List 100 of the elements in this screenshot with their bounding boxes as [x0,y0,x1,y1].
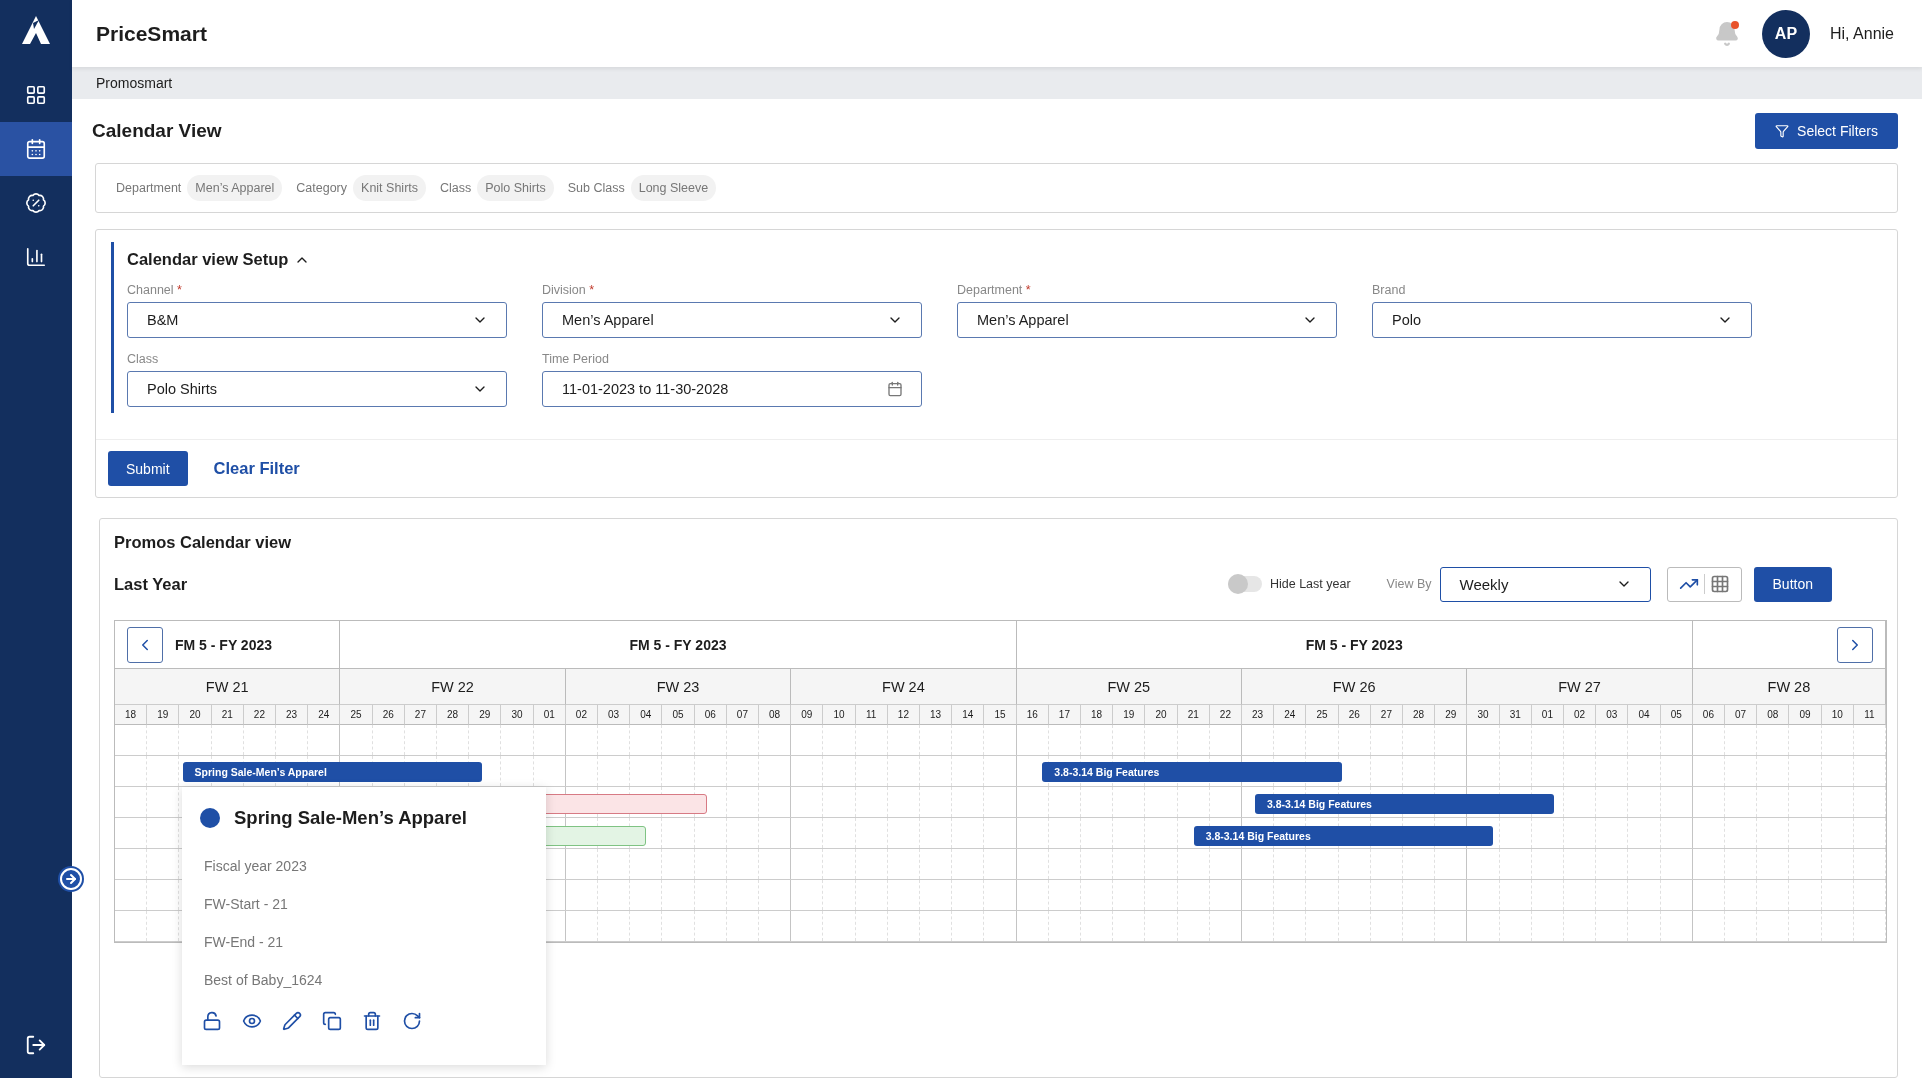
toggle-label: Hide Last year [1269,577,1351,591]
field-label: Division * [542,283,596,297]
sidebar-item[interactable] [0,122,72,176]
breadcrumb[interactable]: Promosmart [96,75,173,92]
view-by-label: View By [1386,577,1432,591]
view-by-dropdown[interactable]: Weekly [1439,566,1651,602]
day-header: 12 [887,705,920,725]
refresh-button[interactable] [402,1011,422,1031]
day-header: 28 [437,705,470,725]
day-header: 02 [565,705,598,725]
day-header: 05 [1660,705,1693,725]
previous-button[interactable] [127,626,163,663]
day-header: 15 [984,705,1017,725]
bar-chart-icon [25,246,47,268]
expand-button[interactable] [58,866,84,892]
status-dot [200,808,220,828]
day-header: 16 [1016,705,1049,725]
user-avatar[interactable]: AP [1761,9,1810,58]
promo-bar[interactable]: Spring Sale-Men’s Apparel [182,762,483,782]
day-header: 09 [1789,705,1822,725]
week-header: FW 27 [1467,669,1693,705]
week-header: FW 25 [1016,669,1242,705]
table-icon [1709,574,1730,594]
promo-bar[interactable]: 3.8-3.14 Big Features [1254,794,1555,814]
day-header: 24 [308,705,341,725]
day-header: 20 [1145,705,1178,725]
user-greeting: Hi, Annie [1829,24,1894,43]
clear-filter-link[interactable]: Clear Filter [213,459,300,478]
filter-label: Category [296,181,348,195]
day-header: 08 [759,705,792,725]
dropdown[interactable]: Polo [1372,302,1752,338]
next-button[interactable] [1837,626,1873,663]
field-label: Class [127,352,160,366]
refresh-icon [402,1011,422,1031]
day-header: 27 [1370,705,1403,725]
day-header: 18 [115,705,148,725]
day-header: 13 [920,705,953,725]
day-header: 31 [1499,705,1532,725]
pencil-button[interactable] [282,1011,302,1031]
day-header: 17 [1048,705,1081,725]
filter-chip: Men’s Apparel [187,175,283,201]
day-header: 23 [1242,705,1275,725]
notification-button[interactable] [1713,20,1740,47]
calendar-icon [887,381,903,397]
day-header: 08 [1757,705,1790,725]
day-header: 30 [501,705,534,725]
submit-button[interactable]: Submit [108,451,188,486]
day-header: 20 [179,705,212,725]
pencil-icon [282,1011,302,1031]
action-button[interactable]: Button [1753,566,1832,602]
day-header: 03 [1596,705,1629,725]
day-header: 30 [1467,705,1500,725]
day-header: 01 [533,705,566,725]
dropdown[interactable]: Men’s Apparel [957,302,1337,338]
dropdown[interactable]: B&M [127,302,507,338]
week-header: FW 21 [115,669,341,705]
field-label: Department * [957,283,1032,297]
toggle-switch[interactable] [1227,576,1262,592]
day-header: 28 [1403,705,1436,725]
day-header: 29 [1435,705,1468,725]
promo-bar[interactable]: 3.8-3.14 Big Features [1042,762,1342,782]
day-header: 29 [469,705,502,725]
copy-button[interactable] [322,1011,342,1031]
day-header: 22 [1209,705,1242,725]
arrow-right-icon [59,867,83,891]
day-header: 02 [1564,705,1597,725]
day-header: 11 [1853,705,1886,725]
trash-icon [362,1011,382,1031]
unlock-icon [202,1011,222,1031]
day-header: 19 [147,705,180,725]
day-header: 04 [630,705,663,725]
popover-detail: FW-End - 21 [203,933,285,952]
unlock-button[interactable] [202,1011,222,1031]
filter-label: Sub Class [567,181,625,195]
setup-toggle[interactable]: Calendar view Setup [127,250,311,269]
date-range-field[interactable]: 11-01-2023 to 11-30-2028 [542,371,922,407]
month-header: FM 5 - FY 2023 [1305,636,1403,653]
copy-icon [322,1011,342,1031]
day-header: 14 [952,705,985,725]
trash-button[interactable] [362,1011,382,1031]
popover-detail: Fiscal year 2023 [203,857,308,876]
promo-bar[interactable]: 3.8-3.14 Big Features [1193,826,1494,846]
dropdown[interactable]: Polo Shirts [127,371,507,407]
day-header: 01 [1531,705,1564,725]
week-header: FW 23 [565,669,792,705]
day-header: 11 [855,705,888,725]
section-subtitle: Last Year [114,574,189,594]
dashboard-icon [25,84,47,106]
discount-icon [25,192,47,214]
month-header: FM 5 - FY 2023 [175,636,272,653]
dropdown[interactable]: Men’s Apparel [542,302,922,338]
day-header: 07 [1725,705,1758,725]
filter-label: Department [116,181,182,195]
filter-icon [1775,124,1790,138]
eye-button[interactable] [242,1011,262,1031]
select-filters-button[interactable]: Select Filters [1755,113,1898,149]
day-header: 10 [1821,705,1854,725]
filter-label: Class [440,181,472,195]
day-header: 06 [1692,705,1725,725]
week-header: FW 26 [1242,669,1468,705]
